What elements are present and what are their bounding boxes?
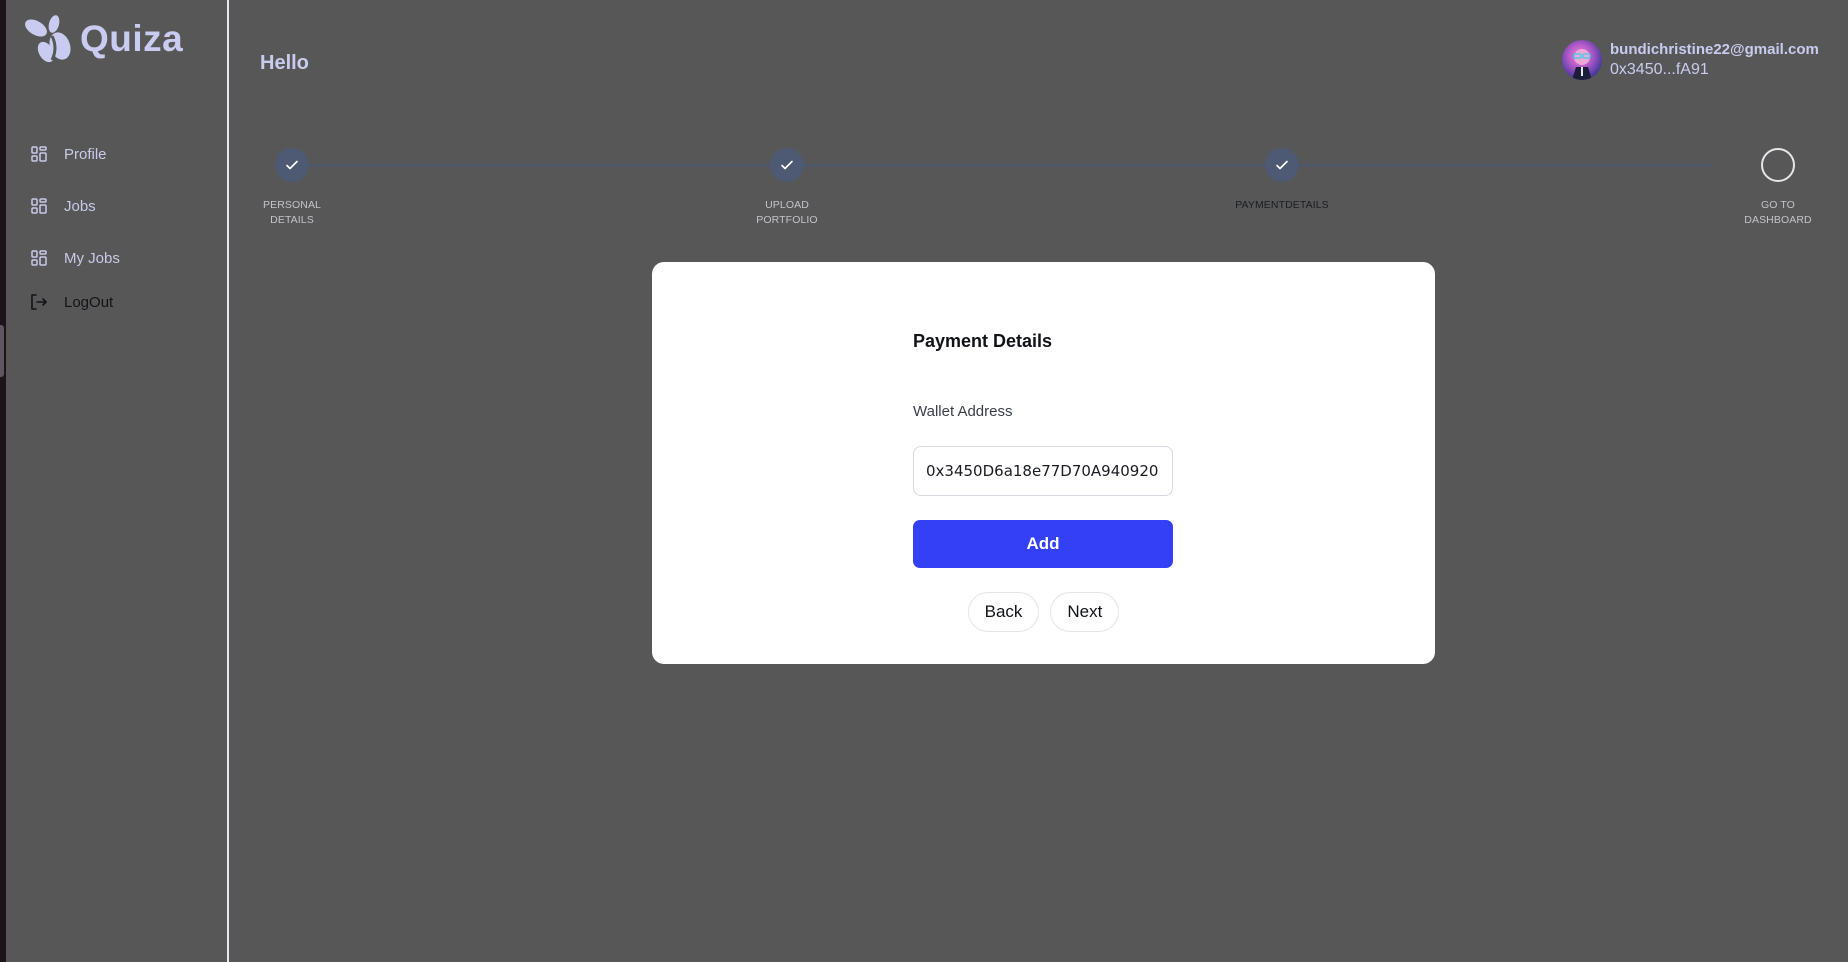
logout-icon [30,293,48,311]
bee-logo-icon [25,15,71,63]
onboarding-stepper: PERSONAL DETAILS UPLOAD PORTFOLIO PAYMEN… [260,148,1840,248]
dashboard-grid-icon [30,145,48,163]
card-title: Payment Details [913,331,1053,351]
sidebar-item-logout[interactable]: LogOut [30,293,113,311]
stepper-track [292,164,1713,167]
step-navigation: Back Next [652,592,1435,632]
step-label: UPLOAD PORTFOLIO [756,199,818,226]
check-icon [1276,160,1288,170]
step-go-to-dashboard[interactable]: GO TO DASHBOARD [1718,148,1838,228]
sidebar-item-profile[interactable]: Profile [30,145,107,163]
step-personal-details[interactable]: PERSONAL DETAILS [232,148,352,228]
dashboard-grid-icon [30,249,48,267]
avatar [1562,40,1602,80]
step-indicator [275,148,309,182]
avatar-image-icon [1572,49,1592,80]
resize-handle[interactable] [0,325,4,377]
step-payment-details[interactable]: PAYMENTDETAILS [1222,148,1342,213]
step-indicator [1265,148,1299,182]
check-icon [781,160,793,170]
sidebar-item-my-jobs[interactable]: My Jobs [30,249,120,267]
step-upload-portfolio[interactable]: UPLOAD PORTFOLIO [727,148,847,228]
wallet-address-input[interactable] [913,446,1173,496]
greeting: Hello [260,52,309,74]
add-button[interactable]: Add [913,520,1173,568]
dashboard-grid-icon [30,197,48,215]
step-label: PERSONAL DETAILS [263,199,321,226]
step-indicator [770,148,804,182]
step-label: PAYMENTDETAILS [1235,199,1329,211]
sidebar-item-label: Profile [64,145,107,163]
step-indicator [1761,148,1795,182]
user-account[interactable]: bundichristine22@gmail.com 0x3450...fA91 [1562,40,1819,80]
back-button[interactable]: Back [967,592,1040,632]
next-button[interactable]: Next [1050,592,1120,632]
sidebar-item-label: My Jobs [64,249,120,267]
sidebar-item-jobs[interactable]: Jobs [30,197,96,215]
sidebar-item-label: Jobs [64,197,96,215]
payment-details-card: Payment Details Wallet Address Add Back … [652,262,1435,664]
user-email: bundichristine22@gmail.com [1610,41,1819,58]
logo[interactable]: Quiza [22,14,183,64]
check-icon [286,160,298,170]
sidebar-item-label: LogOut [64,293,114,311]
sidebar: Quiza Profile Jobs My Jobs LogOut [6,0,229,962]
step-label: GO TO DASHBOARD [1744,199,1812,226]
wallet-address-label: Wallet Address [913,403,1013,420]
brand-name: Quiza [80,18,184,59]
user-wallet-address: 0x3450...fA91 [1610,61,1709,78]
